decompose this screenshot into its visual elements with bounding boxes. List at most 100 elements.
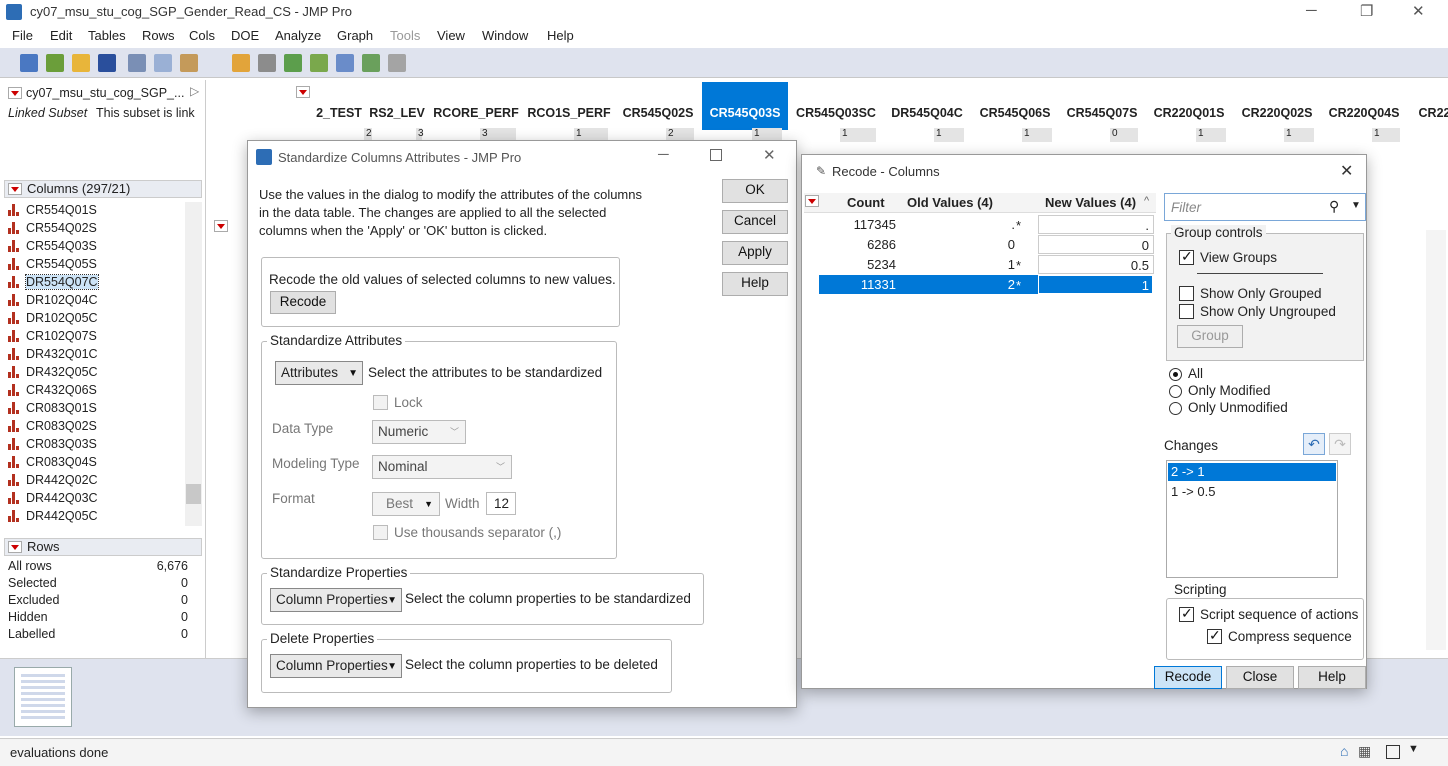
column-list-item[interactable]: DR102Q04C	[8, 291, 98, 309]
rows-menu-icon[interactable]	[8, 541, 22, 553]
column-header[interactable]: CR220Q02S	[1234, 106, 1320, 120]
attributes-dropdown[interactable]: Attributes ▼	[275, 361, 363, 385]
column-header[interactable]: CR545Q03SC	[790, 106, 882, 120]
undo-icon[interactable]: ↶	[1303, 433, 1325, 455]
column-header[interactable]: 2_TEST	[314, 106, 364, 120]
column-header[interactable]: DR545Q04C	[884, 106, 970, 120]
column-list-item[interactable]: DR442Q05C	[8, 507, 98, 525]
column-list-item[interactable]: DR442Q03C	[8, 489, 98, 507]
restore-icon[interactable]: ❐	[1360, 2, 1373, 20]
distribution-icon[interactable]	[336, 54, 354, 72]
format-select[interactable]: Best ▼	[372, 492, 440, 516]
column-list-item[interactable]: CR083Q03S	[8, 435, 97, 453]
filter-dropdown-icon[interactable]: ▼	[1351, 200, 1361, 211]
menu-edit[interactable]: Edit	[50, 28, 72, 43]
script-edit-icon[interactable]	[388, 54, 406, 72]
bar-chart-icon[interactable]	[310, 54, 328, 72]
layout-dropdown-icon[interactable]: ▼	[1408, 743, 1419, 755]
menu-view[interactable]: View	[437, 28, 465, 43]
column-cell[interactable]: 1	[1196, 128, 1226, 142]
show-only-grouped-checkbox[interactable]	[1179, 286, 1194, 301]
column-header[interactable]: RS2_LEV	[366, 106, 428, 120]
close-icon[interactable]: ✕	[1412, 2, 1425, 20]
columns-menu-icon[interactable]	[8, 183, 22, 195]
collapse-icon[interactable]: ▷	[190, 84, 199, 98]
compress-sequence-checkbox[interactable]	[1207, 627, 1222, 644]
column-header[interactable]: CR545Q02S	[616, 106, 700, 120]
lock-checkbox[interactable]	[373, 395, 388, 410]
column-list-item[interactable]: CR083Q01S	[8, 399, 97, 417]
menu-tables[interactable]: Tables	[88, 28, 126, 43]
column-list-item[interactable]: CR554Q01S	[8, 201, 97, 219]
menu-file[interactable]: File	[12, 28, 33, 43]
column-list-item[interactable]: DR432Q01C	[8, 345, 98, 363]
column-header[interactable]: CR220Q01S	[1146, 106, 1232, 120]
change-item[interactable]: 1 -> 0.5	[1168, 483, 1336, 501]
filter-input[interactable]: Filter ⚲ ▼	[1164, 193, 1366, 221]
column-cell[interactable]: 0	[1110, 128, 1138, 142]
show-only-ungrouped-checkbox[interactable]	[1179, 304, 1194, 319]
menu-doe[interactable]: DOE	[231, 28, 259, 43]
cut-icon[interactable]	[128, 54, 146, 72]
recode-row[interactable]: 6286 0 0	[819, 235, 1154, 254]
column-list-item[interactable]: CR102Q07S	[8, 327, 97, 345]
ok-button[interactable]: OK	[722, 179, 788, 203]
rows-header[interactable]: Rows	[4, 538, 202, 556]
menu-window[interactable]: Window	[482, 28, 528, 43]
column-list-item[interactable]: CR554Q05S	[8, 255, 97, 273]
thousands-separator-checkbox[interactable]	[373, 525, 388, 540]
change-item[interactable]: 2 -> 1	[1168, 463, 1336, 481]
report-thumbnail[interactable]	[14, 667, 72, 727]
column-header[interactable]: CR545Q03S	[702, 82, 788, 130]
copy-icon[interactable]	[154, 54, 172, 72]
open-folder-icon[interactable]	[72, 54, 90, 72]
paste-icon[interactable]	[180, 54, 198, 72]
recode-help-button[interactable]: Help	[1298, 666, 1366, 689]
column-list-item[interactable]: CR432Q06S	[8, 381, 97, 399]
column-cell[interactable]: 1	[934, 128, 964, 142]
std-column-properties-dropdown[interactable]: Column Properties ▼	[270, 588, 402, 612]
column-list-item[interactable]: CR083Q02S	[8, 417, 97, 435]
recode-open-button[interactable]: Recode	[270, 291, 336, 314]
help-button[interactable]: Help	[722, 272, 788, 296]
menu-graph[interactable]: Graph	[337, 28, 373, 43]
grid-menu-icon[interactable]	[296, 86, 310, 98]
new-script-icon[interactable]	[46, 54, 64, 72]
recode-button[interactable]: Recode	[1154, 666, 1222, 689]
menu-rows[interactable]: Rows	[142, 28, 175, 43]
redo-icon[interactable]: ↷	[1329, 433, 1351, 455]
new-value-input[interactable]: 0	[1038, 235, 1154, 254]
script-sequence-checkbox[interactable]	[1179, 605, 1194, 622]
calculator-icon[interactable]	[258, 54, 276, 72]
column-cell[interactable]: 1	[1284, 128, 1314, 142]
recode-menu-icon[interactable]	[805, 195, 819, 207]
new-value-input[interactable]: 0.5	[1038, 255, 1154, 274]
column-header[interactable]: CR220	[1408, 106, 1448, 120]
search-icon[interactable]: ⚲	[1329, 198, 1339, 215]
column-list-item[interactable]: DR102Q05C	[8, 309, 98, 327]
column-list-item[interactable]: DR554Q07C	[8, 273, 99, 291]
width-input[interactable]: 12	[486, 492, 516, 515]
minimize-icon[interactable]: ─	[1306, 2, 1317, 19]
menu-analyze[interactable]: Analyze	[275, 28, 321, 43]
column-header[interactable]: CR545Q06S	[972, 106, 1058, 120]
grid-scrollbar[interactable]	[1426, 230, 1446, 650]
close-icon[interactable]: ✕	[1340, 161, 1353, 181]
columns-header[interactable]: Columns (297/21)	[4, 180, 202, 198]
del-column-properties-dropdown[interactable]: Column Properties ▼	[270, 654, 402, 678]
minimize-icon[interactable]: ─	[658, 146, 669, 163]
recode-row[interactable]: 5234 1 * 0.5	[819, 255, 1154, 274]
column-header[interactable]: CR545Q07S	[1060, 106, 1144, 120]
radio-only-modified[interactable]	[1169, 385, 1182, 398]
column-list-item[interactable]: CR083Q04S	[8, 453, 97, 471]
new-value-input[interactable]: 1	[1038, 275, 1154, 294]
column-cell[interactable]: 1	[1372, 128, 1400, 142]
modeling-type-select[interactable]: Nominal ﹀	[372, 455, 512, 479]
table-name[interactable]: cy07_msu_stu_cog_SGP_...	[26, 86, 184, 100]
scroll-thumb[interactable]	[186, 484, 201, 504]
column-header[interactable]: RCORE_PERF	[430, 106, 522, 120]
rows-grid-menu-icon[interactable]	[214, 220, 228, 232]
grid-icon[interactable]	[284, 54, 302, 72]
column-header[interactable]: CR220Q04S	[1322, 106, 1406, 120]
cancel-button[interactable]: Cancel	[722, 210, 788, 234]
